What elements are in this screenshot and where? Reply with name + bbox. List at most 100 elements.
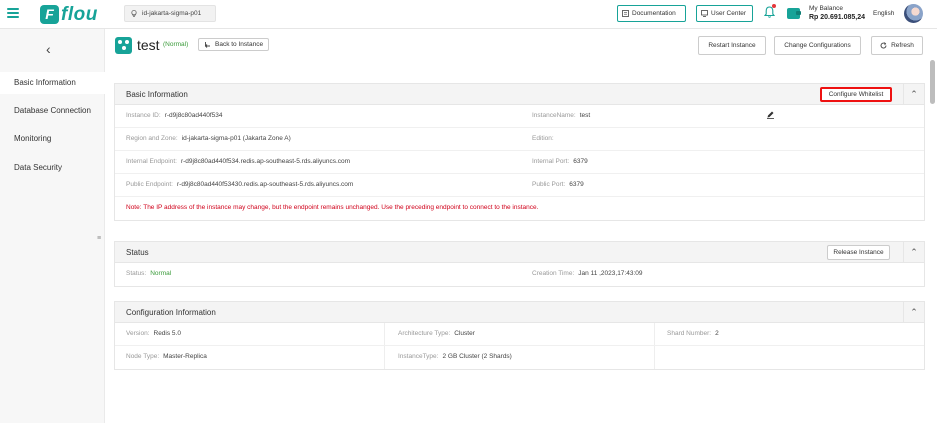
configure-whitelist-button[interactable]: Configure Whitelist <box>820 87 892 102</box>
field-value: id-jakarta-sigma-p01 (Jakarta Zone A) <box>181 135 291 142</box>
basic-information-section: Basic Information Configure Whitelist ⌃ … <box>114 83 925 221</box>
balance-value: Rp 20.691.085,24 <box>809 14 866 21</box>
public-endpoint-field: Public Endpoint: r-d9j8c80ad440f53430.red… <box>126 181 353 188</box>
change-configurations-button[interactable]: Change Configurations <box>774 36 861 55</box>
user-center-button[interactable]: User Center <box>696 5 753 22</box>
divider <box>654 346 655 369</box>
field-label: Internal Endpoint: <box>126 158 177 165</box>
user-center-label: User Center <box>711 10 747 17</box>
section-title: Status <box>126 248 149 257</box>
main-content: test (Normal) Back to Instance Restart I… <box>106 29 937 423</box>
field-label: InstanceName: <box>532 112 576 119</box>
status-section: Status Release Instance ⌃ Status: Normal … <box>114 241 925 287</box>
field-value: Master-Replica <box>163 353 207 360</box>
sidebar-item-basic-information[interactable]: Basic Information <box>0 72 105 94</box>
monitor-icon <box>701 10 708 17</box>
field-value[interactable]: r-d9j8c80ad440f534.redis.ap-southeast-5.… <box>181 158 350 165</box>
back-arrow-icon <box>204 42 210 48</box>
field-label: Version: <box>126 330 150 337</box>
edit-icon[interactable] <box>766 110 775 119</box>
menu-icon[interactable] <box>7 8 19 18</box>
instance-id-field: Instance ID: r-d9j8c80ad440f534 <box>126 112 223 119</box>
chevron-up-icon[interactable]: ⌃ <box>903 302 924 322</box>
status-field: Status: Normal <box>126 270 171 277</box>
refresh-icon <box>880 42 887 49</box>
sidebar: ‹ Basic Information Database Connection … <box>0 29 105 423</box>
field-value[interactable]: r-d9j8c80ad440f53430.redis.ap-southeast-… <box>177 181 353 188</box>
field-value: r-d9j8c80ad440f534 <box>164 112 223 119</box>
field-value: 6379 <box>573 158 588 165</box>
field-label: Public Port: <box>532 181 566 188</box>
document-icon <box>622 10 629 17</box>
note-row: Note: The IP address of the instance may… <box>115 197 924 220</box>
creation-time-field: Creation Time: Jan 11 ,2023,17:43:09 <box>532 270 643 277</box>
field-value: Normal <box>150 270 172 277</box>
divider <box>384 346 385 369</box>
region-label: id-jakarta-sigma-p01 <box>142 10 202 17</box>
field-value: 2 GB Cluster (2 Shards) <box>442 353 512 360</box>
release-instance-button[interactable]: Release Instance <box>827 245 890 260</box>
section-header: Configuration Information ⌃ <box>115 302 924 323</box>
info-row: Status: Normal Creation Time: Jan 11 ,2023… <box>115 263 924 286</box>
documentation-label: Documentation <box>632 10 676 17</box>
shard-number-field: Shard Number: 2 <box>667 330 719 337</box>
wallet-icon[interactable] <box>787 8 801 19</box>
internal-endpoint-field: Internal Endpoint: r-d9j8c80ad440f534.red… <box>126 158 350 165</box>
field-label: InstanceType: <box>398 353 439 360</box>
field-label: Edition: <box>532 135 554 142</box>
field-label: Internal Port: <box>532 158 570 165</box>
scrollbar[interactable] <box>930 60 935 104</box>
sidebar-item-database-connection[interactable]: Database Connection <box>0 100 105 122</box>
info-row: Public Endpoint: r-d9j8c80ad440f53430.red… <box>115 174 924 197</box>
sidebar-item-data-security[interactable]: Data Security <box>0 157 105 179</box>
field-value: Redis 5.0 <box>153 330 181 337</box>
avatar[interactable] <box>904 4 923 23</box>
language-selector[interactable]: English <box>873 10 894 17</box>
refresh-label: Refresh <box>891 42 914 49</box>
chevron-left-icon[interactable]: ‹ <box>46 41 51 57</box>
section-header: Basic Information Configure Whitelist ⌃ <box>115 84 924 105</box>
info-row: Node Type: Master-Replica InstanceType: 2 … <box>115 346 924 369</box>
node-type-field: Node Type: Master-Replica <box>126 353 207 360</box>
public-port-field: Public Port: 6379 <box>532 181 584 188</box>
field-label: Public Endpoint: <box>126 181 173 188</box>
section-header: Status Release Instance ⌃ <box>115 242 924 263</box>
info-row: Region and Zone: id-jakarta-sigma-p01 (Ja… <box>115 128 924 151</box>
documentation-button[interactable]: Documentation <box>617 5 686 22</box>
field-label: Status: <box>126 270 147 277</box>
field-label: Region and Zone: <box>126 135 178 142</box>
collapse-handle-icon[interactable]: ≡ <box>97 235 101 242</box>
instance-name-field: InstanceName: test <box>532 112 590 119</box>
configuration-section: Configuration Information ⌃ Version: Redi… <box>114 301 925 370</box>
back-to-instance-button[interactable]: Back to Instance <box>198 38 270 51</box>
field-label: Instance ID: <box>126 112 161 119</box>
sidebar-item-monitoring[interactable]: Monitoring <box>0 128 105 150</box>
balance-label: My Balance <box>809 5 843 12</box>
logo[interactable]: F flou <box>40 3 98 25</box>
chevron-up-icon[interactable]: ⌃ <box>903 242 924 262</box>
chevron-up-icon[interactable]: ⌃ <box>903 84 924 104</box>
refresh-button[interactable]: Refresh <box>871 36 923 55</box>
location-pin-icon <box>131 10 137 17</box>
field-value: 6379 <box>569 181 584 188</box>
notification-dot <box>772 4 776 8</box>
field-label: Shard Number: <box>667 330 712 337</box>
instance-icon <box>115 37 132 54</box>
page-title: test <box>137 37 160 53</box>
logo-text: flou <box>61 3 98 25</box>
restart-instance-button[interactable]: Restart Instance <box>698 36 766 55</box>
field-value: Jan 11 ,2023,17:43:09 <box>578 270 643 277</box>
region-zone-field: Region and Zone: id-jakarta-sigma-p01 (Ja… <box>126 135 291 142</box>
field-label: Creation Time: <box>532 270 575 277</box>
logo-mark: F <box>40 5 59 24</box>
region-selector[interactable]: id-jakarta-sigma-p01 <box>124 5 216 22</box>
section-title: Configuration Information <box>126 308 216 317</box>
instance-type-field: InstanceType: 2 GB Cluster (2 Shards) <box>398 353 512 360</box>
status-badge: (Normal) <box>163 41 189 48</box>
internal-port-field: Internal Port: 6379 <box>532 158 588 165</box>
endpoint-note: Note: The IP address of the instance may… <box>126 204 539 211</box>
field-value: Cluster <box>454 330 475 337</box>
balance: My Balance Rp 20.691.085,24 <box>809 4 865 22</box>
field-label: Node Type: <box>126 353 160 360</box>
divider <box>654 323 655 345</box>
